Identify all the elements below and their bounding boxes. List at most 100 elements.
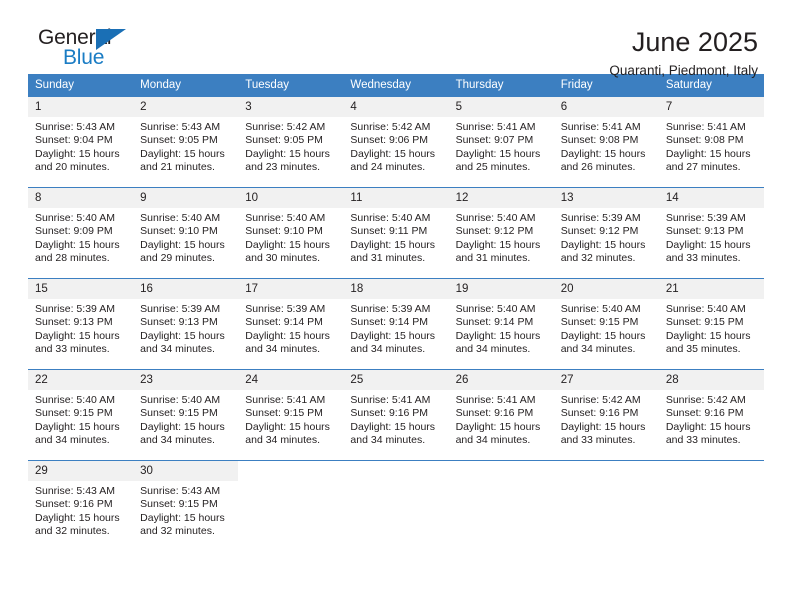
day-cell[interactable]: 5 Sunrise: 5:41 AM Sunset: 9:07 PM Daylight… [448, 96, 554, 188]
daylight-text-line1: Daylight: 15 hours [140, 238, 225, 251]
day-details: Sunrise: 5:39 AM Sunset: 9:12 PM Daylight:… [554, 208, 659, 266]
day-cell[interactable]: 29 Sunrise: 5:43 AM Sunset: 9:16 PM Dayligh… [28, 460, 134, 551]
sunset-text: Sunset: 9:14 PM [350, 316, 429, 329]
sunrise-text: Sunrise: 5:41 AM [350, 394, 431, 406]
daylight-text-line2: and 34 minutes. [350, 434, 426, 447]
sunset-text: Sunset: 9:16 PM [560, 407, 639, 420]
daylight-text-line2: and 34 minutes. [350, 343, 426, 356]
daylight-text-line2: and 34 minutes. [245, 434, 320, 447]
daylight-text-line2: and 31 minutes. [455, 252, 531, 265]
sunrise-text: Sunrise: 5:40 AM [35, 212, 115, 224]
day-cell[interactable]: 25 Sunrise: 5:41 AM Sunset: 9:16 PM Dayligh… [343, 369, 449, 461]
day-number [238, 461, 344, 467]
day-cell[interactable]: 9 Sunrise: 5:40 AM Sunset: 9:10 PM Daylight… [133, 187, 239, 279]
daylight-text-line2: and 23 minutes. [245, 161, 320, 174]
day-number: 14 [658, 188, 764, 208]
sunset-text: Sunset: 9:14 PM [245, 316, 323, 329]
day-cell[interactable]: 22 Sunrise: 5:40 AM Sunset: 9:15 PM Dayligh… [28, 369, 134, 461]
sunrise-text: Sunrise: 5:42 AM [245, 121, 326, 133]
daylight-text-line1: Daylight: 15 hours [350, 238, 436, 251]
day-cell[interactable]: 7 Sunrise: 5:41 AM Sunset: 9:08 PM Daylight… [658, 96, 764, 188]
sunrise-text: Sunrise: 5:42 AM [350, 121, 431, 133]
daylight-text-line1: Daylight: 15 hours [665, 238, 751, 251]
day-details: Sunrise: 5:41 AM Sunset: 9:15 PM Daylight:… [238, 390, 343, 448]
day-details: Sunrise: 5:40 AM Sunset: 9:09 PM Daylight:… [28, 208, 133, 266]
day-cell[interactable]: 10 Sunrise: 5:40 AM Sunset: 9:10 PM Dayligh… [238, 187, 344, 279]
daylight-text-line2: and 29 minutes. [140, 252, 215, 265]
day-cell[interactable]: 19 Sunrise: 5:40 AM Sunset: 9:14 PM Dayligh… [448, 278, 554, 370]
day-cell[interactable]: 17 Sunrise: 5:39 AM Sunset: 9:14 PM Dayligh… [238, 278, 344, 370]
day-cell[interactable]: 20 Sunrise: 5:40 AM Sunset: 9:15 PM Dayligh… [553, 278, 659, 370]
day-cell[interactable]: 8 Sunrise: 5:40 AM Sunset: 9:09 PM Daylight… [28, 187, 134, 279]
day-number: 7 [658, 97, 764, 117]
daylight-text-line1: Daylight: 15 hours [350, 420, 436, 433]
day-cell[interactable]: 13 Sunrise: 5:39 AM Sunset: 9:12 PM Dayligh… [553, 187, 659, 279]
day-details: Sunrise: 5:39 AM Sunset: 9:14 PM Daylight:… [343, 299, 448, 357]
calendar-page: General Blue June 2025 Quaranti, Piedmon… [0, 0, 792, 612]
sunrise-text: Sunrise: 5:41 AM [455, 394, 536, 406]
day-details: Sunrise: 5:40 AM Sunset: 9:15 PM Daylight:… [28, 390, 133, 448]
day-cell[interactable]: 1 Sunrise: 5:43 AM Sunset: 9:04 PM Daylight… [28, 96, 134, 188]
day-cell[interactable]: 30 Sunrise: 5:43 AM Sunset: 9:15 PM Dayligh… [133, 460, 239, 551]
sunset-text: Sunset: 9:10 PM [245, 225, 323, 238]
daylight-text-line2: and 30 minutes. [245, 252, 320, 265]
day-cell[interactable]: 4 Sunrise: 5:42 AM Sunset: 9:06 PM Daylight… [343, 96, 449, 188]
day-details: Sunrise: 5:41 AM Sunset: 9:08 PM Daylight:… [659, 117, 764, 175]
sunset-text: Sunset: 9:16 PM [665, 407, 744, 420]
calendar-table: Sunday Monday Tuesday Wednesday Thursday… [28, 74, 764, 551]
day-number: 27 [553, 370, 659, 390]
day-details: Sunrise: 5:40 AM Sunset: 9:15 PM Daylight:… [554, 299, 659, 357]
day-cell[interactable]: 11 Sunrise: 5:40 AM Sunset: 9:11 PM Dayligh… [343, 187, 449, 279]
day-number [448, 461, 554, 467]
day-cell-empty [658, 460, 764, 551]
day-cell[interactable]: 26 Sunrise: 5:41 AM Sunset: 9:16 PM Dayligh… [448, 369, 554, 461]
day-cell-empty [448, 460, 554, 551]
day-cell[interactable]: 18 Sunrise: 5:39 AM Sunset: 9:14 PM Dayligh… [343, 278, 449, 370]
day-number [553, 461, 659, 467]
sunset-text: Sunset: 9:12 PM [455, 225, 534, 238]
day-cell[interactable]: 23 Sunrise: 5:40 AM Sunset: 9:15 PM Dayligh… [133, 369, 239, 461]
daylight-text-line1: Daylight: 15 hours [140, 420, 225, 433]
daylight-text-line2: and 24 minutes. [350, 161, 426, 174]
daylight-text-line1: Daylight: 15 hours [245, 329, 330, 342]
weekday-header-thursday: Thursday [448, 74, 554, 97]
day-cell[interactable]: 27 Sunrise: 5:42 AM Sunset: 9:16 PM Dayligh… [553, 369, 659, 461]
daylight-text-line2: and 33 minutes. [665, 434, 741, 447]
daylight-text-line2: and 34 minutes. [455, 343, 531, 356]
day-number: 10 [238, 188, 344, 208]
weekday-header-monday: Monday [133, 74, 239, 97]
day-number: 9 [133, 188, 239, 208]
daylight-text-line2: and 34 minutes. [140, 343, 215, 356]
day-cell[interactable]: 21 Sunrise: 5:40 AM Sunset: 9:15 PM Dayligh… [658, 278, 764, 370]
daylight-text-line2: and 32 minutes. [140, 525, 215, 538]
daylight-text-line2: and 31 minutes. [350, 252, 426, 265]
day-details: Sunrise: 5:40 AM Sunset: 9:15 PM Daylight:… [659, 299, 764, 357]
day-cell[interactable]: 15 Sunrise: 5:39 AM Sunset: 9:13 PM Dayligh… [28, 278, 134, 370]
sunset-text: Sunset: 9:04 PM [35, 134, 113, 147]
daylight-text-line1: Daylight: 15 hours [35, 329, 120, 342]
day-number: 28 [658, 370, 764, 390]
day-number [343, 461, 449, 467]
general-blue-logo: General Blue [28, 26, 148, 72]
daylight-text-line2: and 33 minutes. [560, 434, 636, 447]
sunrise-text: Sunrise: 5:40 AM [455, 212, 536, 224]
sunset-text: Sunset: 9:11 PM [350, 225, 428, 238]
daylight-text-line1: Daylight: 15 hours [350, 147, 436, 160]
day-details: Sunrise: 5:42 AM Sunset: 9:16 PM Daylight:… [659, 390, 764, 448]
day-cell[interactable]: 28 Sunrise: 5:42 AM Sunset: 9:16 PM Dayligh… [658, 369, 764, 461]
sunrise-text: Sunrise: 5:39 AM [350, 303, 431, 315]
sunrise-text: Sunrise: 5:40 AM [140, 394, 221, 406]
day-details: Sunrise: 5:41 AM Sunset: 9:07 PM Daylight:… [449, 117, 554, 175]
day-cell[interactable]: 6 Sunrise: 5:41 AM Sunset: 9:08 PM Daylight… [553, 96, 659, 188]
day-number [658, 461, 764, 467]
daylight-text-line2: and 34 minutes. [245, 343, 320, 356]
day-cell[interactable]: 2 Sunrise: 5:43 AM Sunset: 9:05 PM Daylight… [133, 96, 239, 188]
day-cell[interactable]: 16 Sunrise: 5:39 AM Sunset: 9:13 PM Dayligh… [133, 278, 239, 370]
sunrise-text: Sunrise: 5:42 AM [665, 394, 746, 406]
day-cell[interactable]: 24 Sunrise: 5:41 AM Sunset: 9:15 PM Dayligh… [238, 369, 344, 461]
day-cell[interactable]: 12 Sunrise: 5:40 AM Sunset: 9:12 PM Dayligh… [448, 187, 554, 279]
day-cell[interactable]: 3 Sunrise: 5:42 AM Sunset: 9:05 PM Daylight… [238, 96, 344, 188]
sunrise-text: Sunrise: 5:43 AM [140, 121, 221, 133]
day-details: Sunrise: 5:40 AM Sunset: 9:14 PM Daylight:… [449, 299, 554, 357]
day-cell[interactable]: 14 Sunrise: 5:39 AM Sunset: 9:13 PM Dayligh… [658, 187, 764, 279]
